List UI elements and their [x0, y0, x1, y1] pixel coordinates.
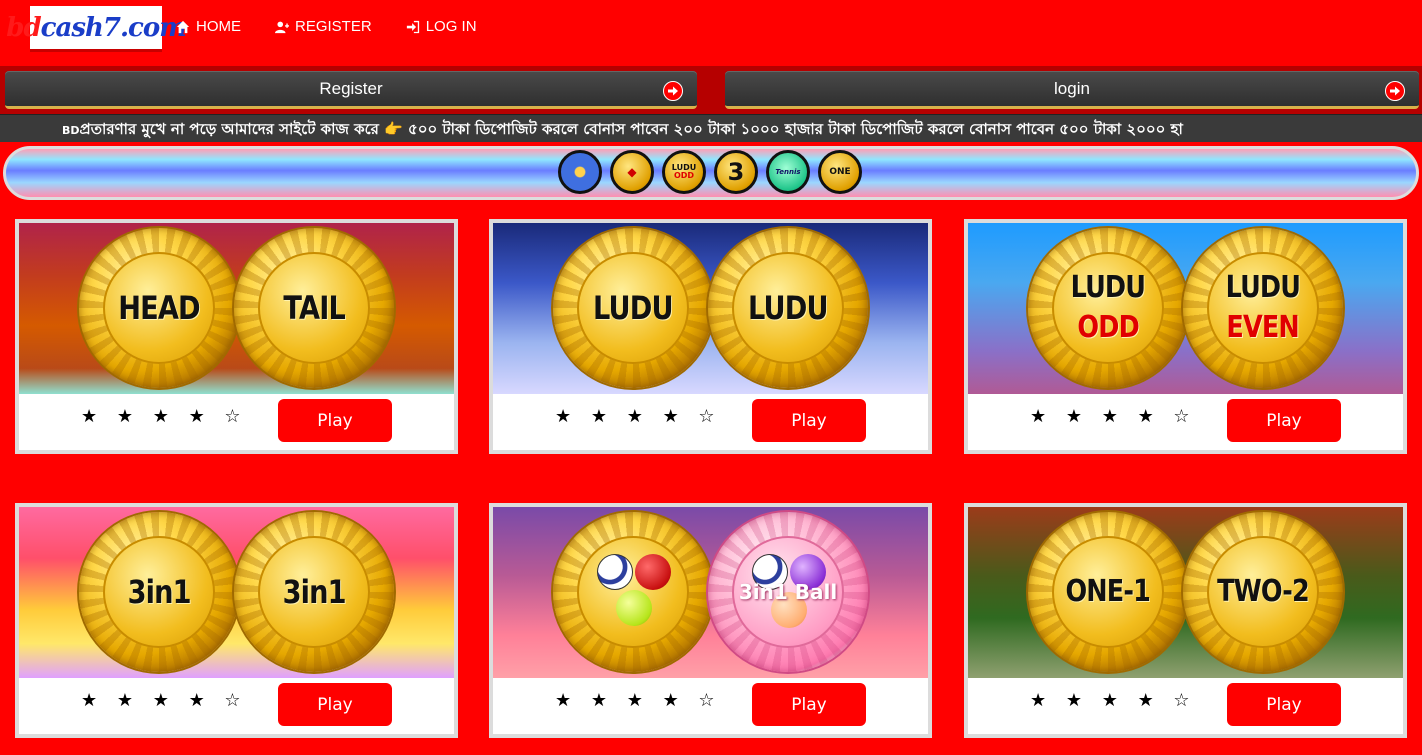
- coin-label-left-top: LUDU: [1070, 270, 1146, 305]
- dice-glyph-icon: ◆: [627, 165, 637, 179]
- one-game-icon[interactable]: ONE: [818, 150, 862, 194]
- nav-login-link[interactable]: LOG IN: [406, 18, 477, 35]
- soccer-ball-icon: [597, 554, 633, 590]
- game-card-ludu-odd-even: LUDU ODD LUDU EVEN ★ ★ ★ ★ ☆ Play: [964, 219, 1407, 454]
- coin-icon: TAIL: [234, 228, 394, 388]
- coin-icon: LUDU: [708, 228, 868, 388]
- register-button[interactable]: Register: [5, 71, 697, 109]
- game-card-footer: ★ ★ ★ ★ ☆ Play: [19, 678, 454, 734]
- ticker-text: BDপ্রতারণার মুখে না পড়ে আমাদের সাইটে কা…: [62, 118, 1183, 142]
- coin-icon: TWO-2: [1183, 512, 1343, 672]
- pink-coin-icon: 3in1 Ball: [708, 512, 868, 672]
- arrow-right-circle-icon: [663, 81, 683, 101]
- game-card-image[interactable]: 3in1 Ball: [493, 507, 928, 678]
- arrow-right-circle-icon: [1385, 81, 1405, 101]
- coin-label-right: TWO-2: [1217, 574, 1310, 609]
- game-card-footer: ★ ★ ★ ★ ☆ Play: [493, 394, 928, 450]
- coin-label-right: 3in1: [282, 573, 346, 611]
- ticker-prefix: BD: [62, 124, 80, 137]
- game-card-head-tail: HEAD TAIL ★ ★ ★ ★ ☆ Play: [15, 219, 458, 454]
- play-button[interactable]: Play: [752, 399, 866, 442]
- nav-links: HOME REGISTER LOG IN: [176, 18, 477, 35]
- game-card-image[interactable]: HEAD TAIL: [19, 223, 454, 394]
- coin-icon: LUDU EVEN: [1183, 228, 1343, 388]
- coin-label-left: HEAD: [118, 289, 200, 327]
- dice-game-icon[interactable]: ◆: [610, 150, 654, 194]
- game-card-footer: ★ ★ ★ ★ ☆ Play: [19, 394, 454, 450]
- coin-label-left: LUDU: [593, 289, 674, 327]
- coin-label-right-top: LUDU: [1225, 270, 1301, 305]
- auth-bar: Register login: [0, 66, 1422, 114]
- ludu-odd-game-icon[interactable]: LUDU ODD: [662, 150, 706, 194]
- play-button[interactable]: Play: [278, 399, 392, 442]
- top-navbar: bd cash7.com HOME REGISTER LOG IN: [0, 0, 1422, 66]
- three-game-icon-label: 3: [727, 158, 745, 186]
- cricket-ball-icon: [635, 554, 671, 590]
- star-rating: ★ ★ ★ ★ ☆: [81, 406, 248, 427]
- one-game-icon-label: ONE: [829, 167, 851, 177]
- ludu-odd-icon-line2: ODD: [673, 171, 695, 180]
- login-button-label: login: [1054, 78, 1090, 98]
- coin-game-icon[interactable]: [558, 150, 602, 194]
- game-card-footer: ★ ★ ★ ★ ☆ Play: [493, 678, 928, 734]
- game-card-footer: ★ ★ ★ ★ ☆ Play: [968, 678, 1403, 734]
- play-button[interactable]: Play: [278, 683, 392, 726]
- nav-register-link[interactable]: REGISTER: [275, 18, 372, 35]
- coin-icon: LUDU ODD: [1028, 228, 1188, 388]
- nav-home-label: HOME: [196, 18, 241, 35]
- nav-login-label: LOG IN: [425, 18, 477, 35]
- star-rating: ★ ★ ★ ★ ☆: [1030, 690, 1197, 711]
- star-rating: ★ ★ ★ ★ ☆: [81, 690, 248, 711]
- game-card-one-two: ONE-1 TWO-2 ★ ★ ★ ★ ☆ Play: [964, 503, 1407, 738]
- logo-text-bd: bd: [6, 12, 41, 43]
- coin-label-right: LUDU: [748, 289, 829, 327]
- star-rating: ★ ★ ★ ★ ☆: [555, 690, 722, 711]
- game-card-image[interactable]: 3in1 3in1: [19, 507, 454, 678]
- coin-label-left: ONE-1: [1065, 574, 1151, 609]
- balls-coin-icon: [553, 512, 713, 672]
- ticker-message: প্রতারণার মুখে না পড়ে আমাদের সাইটে কাজ …: [79, 120, 1183, 138]
- game-card-image[interactable]: LUDU ODD LUDU EVEN: [968, 223, 1403, 394]
- coin-label-left-bottom: ODD: [1077, 310, 1139, 345]
- sign-in-icon: [406, 20, 419, 33]
- star-rating: ★ ★ ★ ★ ☆: [1030, 406, 1197, 427]
- star-rating: ★ ★ ★ ★ ☆: [555, 406, 722, 427]
- game-card-image[interactable]: LUDU LUDU: [493, 223, 928, 394]
- coin-icon: ONE-1: [1028, 512, 1188, 672]
- coin-icon: HEAD: [79, 228, 239, 388]
- coin-icon: 3in1: [79, 512, 239, 672]
- tennis-game-icon[interactable]: Tennis: [766, 150, 810, 194]
- coin-label-right: 3in1 Ball: [738, 580, 838, 604]
- game-card-3in1-ball: 3in1 Ball ★ ★ ★ ★ ☆ Play: [489, 503, 932, 738]
- site-logo[interactable]: bd cash7.com: [6, 6, 187, 52]
- three-game-icon[interactable]: 3: [714, 150, 758, 194]
- register-button-label: Register: [319, 78, 383, 98]
- login-button[interactable]: login: [725, 71, 1419, 109]
- tennis-ball-icon: [616, 590, 652, 626]
- user-plus-icon: [275, 21, 289, 33]
- tennis-game-icon-label: Tennis: [775, 168, 801, 176]
- nav-home-link[interactable]: HOME: [176, 18, 241, 35]
- game-card-3in1: 3in1 3in1 ★ ★ ★ ★ ☆ Play: [15, 503, 458, 738]
- logo-text-cash7: cash7.com: [40, 12, 187, 43]
- play-button[interactable]: Play: [752, 683, 866, 726]
- coin-icon: LUDU: [553, 228, 713, 388]
- coin-label-right-bottom: EVEN: [1226, 310, 1300, 345]
- coin-icon: 3in1: [234, 512, 394, 672]
- nav-register-label: REGISTER: [295, 18, 372, 35]
- game-card-footer: ★ ★ ★ ★ ☆ Play: [968, 394, 1403, 450]
- home-icon: [176, 20, 190, 33]
- coin-label-right: TAIL: [283, 289, 345, 327]
- play-button[interactable]: Play: [1227, 399, 1341, 442]
- news-ticker: BDপ্রতারণার মুখে না পড়ে আমাদের সাইটে কা…: [0, 114, 1422, 142]
- play-button[interactable]: Play: [1227, 683, 1341, 726]
- coin-label-left: 3in1: [127, 573, 191, 611]
- game-icon-list: ◆ LUDU ODD 3 Tennis ONE: [558, 150, 862, 194]
- game-card-ludu: LUDU LUDU ★ ★ ★ ★ ☆ Play: [489, 219, 932, 454]
- game-card-image[interactable]: ONE-1 TWO-2: [968, 507, 1403, 678]
